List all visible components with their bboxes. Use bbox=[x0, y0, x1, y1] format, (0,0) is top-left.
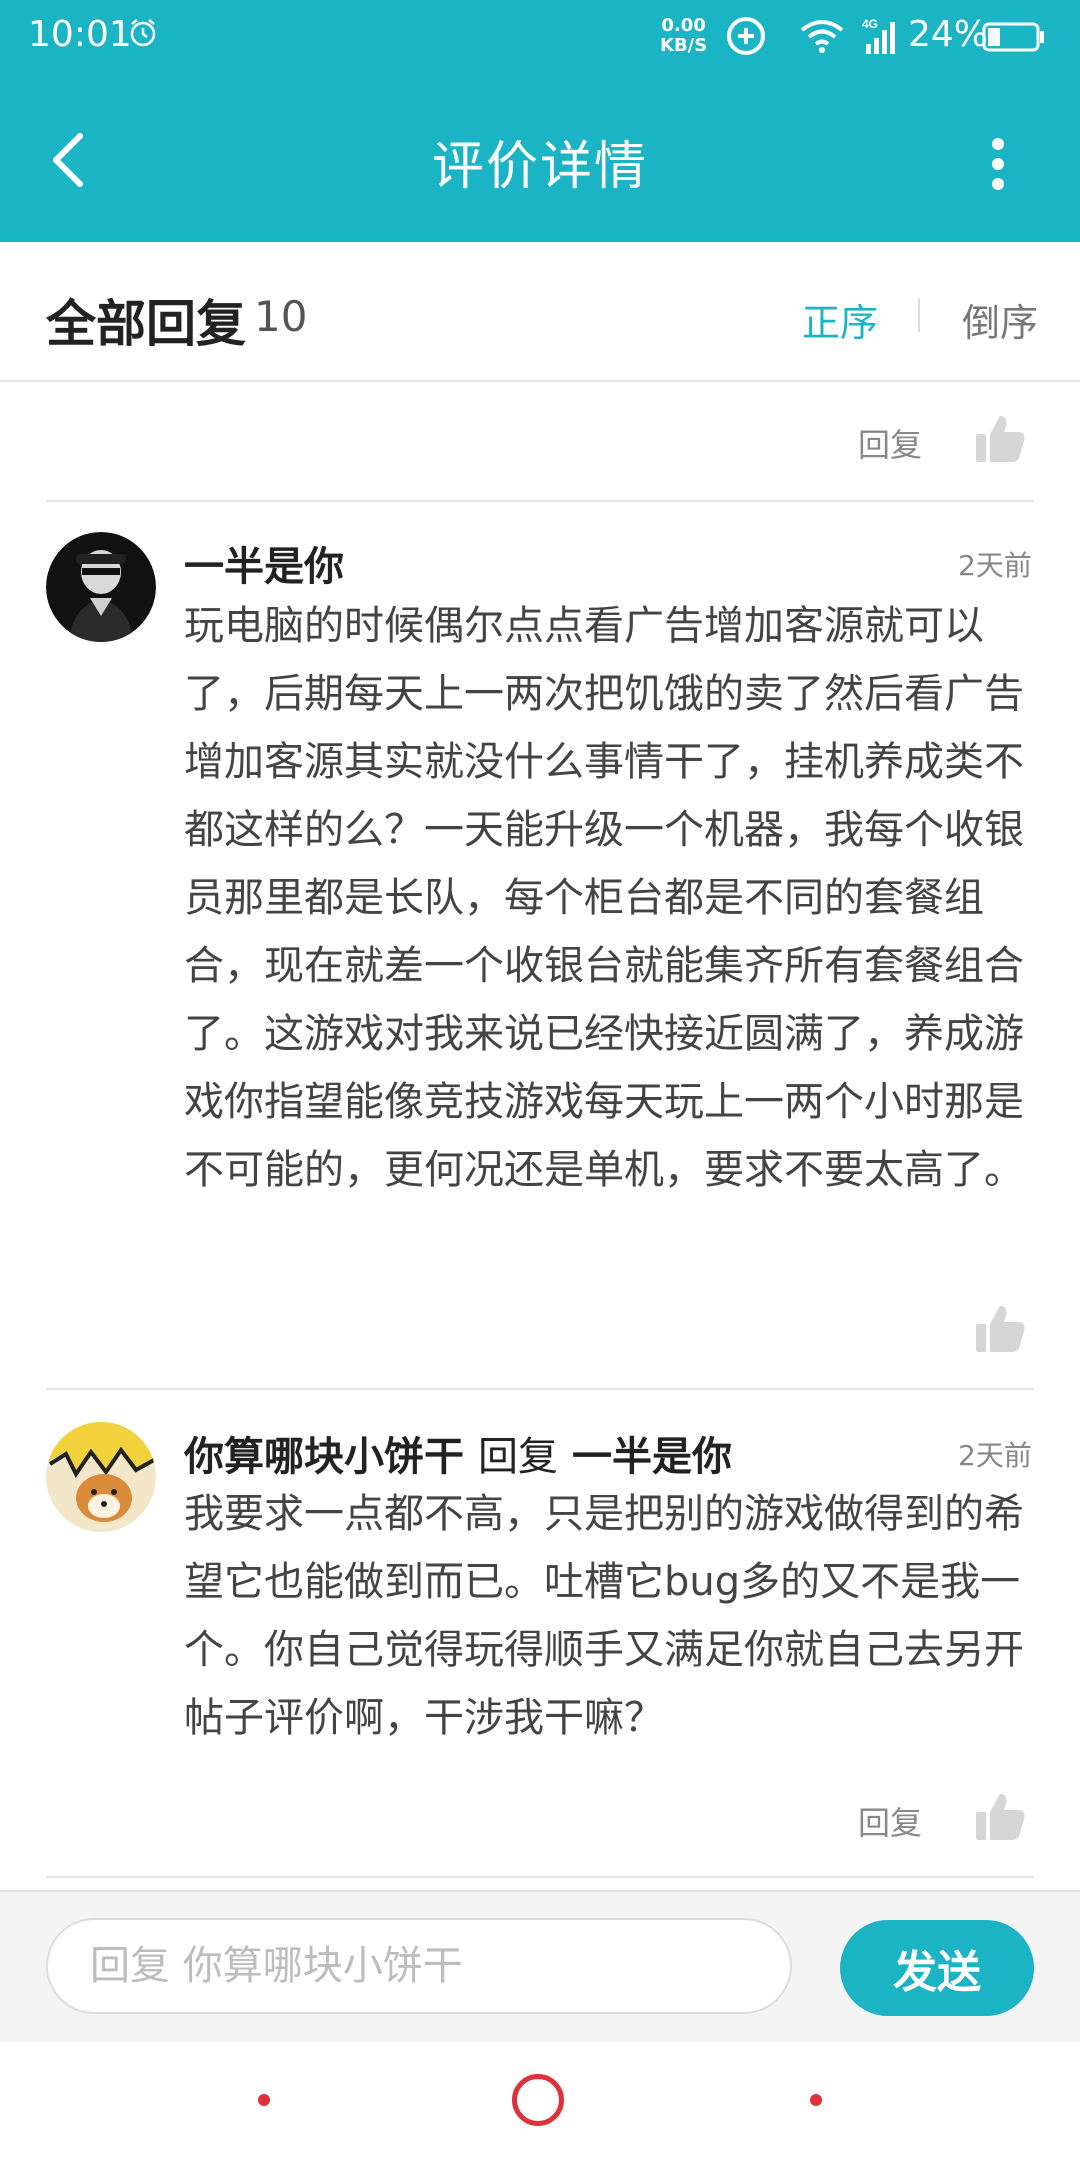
comment-author[interactable]: 你算哪块小饼干 bbox=[184, 1434, 464, 1480]
avatar[interactable] bbox=[46, 1422, 156, 1532]
sort-ascending-tab[interactable]: 正序 bbox=[802, 292, 878, 347]
reply-input[interactable] bbox=[46, 1918, 792, 2014]
signal-icon: 4G bbox=[862, 17, 895, 54]
status-time: 10:01 bbox=[28, 14, 132, 55]
app-bar: 评价详情 bbox=[0, 76, 1080, 242]
reply-word: 回复 bbox=[478, 1434, 558, 1480]
avatar[interactable] bbox=[46, 532, 156, 642]
net-speed: 0.00 KB/S bbox=[660, 15, 708, 56]
comment-text: 玩电脑的时候偶尔点点看广告增加客源就可以了，后期每天上一两次把饥饿的卖了然后看广… bbox=[184, 603, 1024, 1193]
replies-header: 全部回复 10 正序 倒序 bbox=[0, 242, 1080, 382]
thumbs-up-icon[interactable] bbox=[974, 414, 1026, 464]
page-title: 评价详情 bbox=[431, 137, 648, 197]
thumbs-up-icon[interactable] bbox=[974, 1792, 1026, 1842]
comment-text: 我要求一点都不高，只是把别的游戏做得到的希望它也能做到而已。吐槽它bug多的又不… bbox=[184, 1491, 1024, 1741]
comment-author-line: 你算哪块小饼干 回复 一半是你 bbox=[184, 1424, 732, 1482]
battery-percent: 24% bbox=[908, 14, 989, 55]
system-nav-bar bbox=[0, 2042, 1080, 2160]
divider bbox=[46, 1388, 1034, 1390]
divider bbox=[46, 500, 1034, 502]
reply-composer: 发送 bbox=[0, 1890, 1080, 2044]
replies-count: 10 bbox=[254, 292, 308, 341]
sort-descending-tab[interactable]: 倒序 bbox=[962, 292, 1038, 347]
sort-divider bbox=[918, 298, 920, 332]
send-button[interactable]: 发送 bbox=[840, 1920, 1034, 2016]
thumbs-up-icon[interactable] bbox=[974, 1304, 1026, 1354]
battery-icon bbox=[982, 22, 1044, 52]
reply-target[interactable]: 一半是你 bbox=[572, 1434, 732, 1480]
wifi-icon bbox=[800, 20, 844, 53]
data-saver-icon bbox=[727, 17, 765, 55]
nav-menu-button[interactable] bbox=[258, 2094, 270, 2106]
reply-button[interactable]: 回复 bbox=[858, 1798, 922, 1844]
comment-time: 2天前 bbox=[958, 549, 1032, 582]
status-bar: 10:01 0.00 KB/S 4G 24% bbox=[0, 0, 1080, 76]
reply-button[interactable]: 回复 bbox=[858, 420, 922, 466]
alarm-icon bbox=[130, 19, 156, 47]
nav-back-button[interactable] bbox=[810, 2094, 822, 2106]
nav-home-button[interactable] bbox=[512, 2074, 564, 2126]
comment-time: 2天前 bbox=[958, 1439, 1032, 1472]
svg-text:4G: 4G bbox=[862, 17, 878, 31]
comment-author[interactable]: 一半是你 bbox=[184, 534, 344, 592]
replies-title: 全部回复 bbox=[46, 295, 246, 353]
divider bbox=[46, 1876, 1034, 1878]
more-vertical-icon[interactable] bbox=[986, 134, 1010, 194]
